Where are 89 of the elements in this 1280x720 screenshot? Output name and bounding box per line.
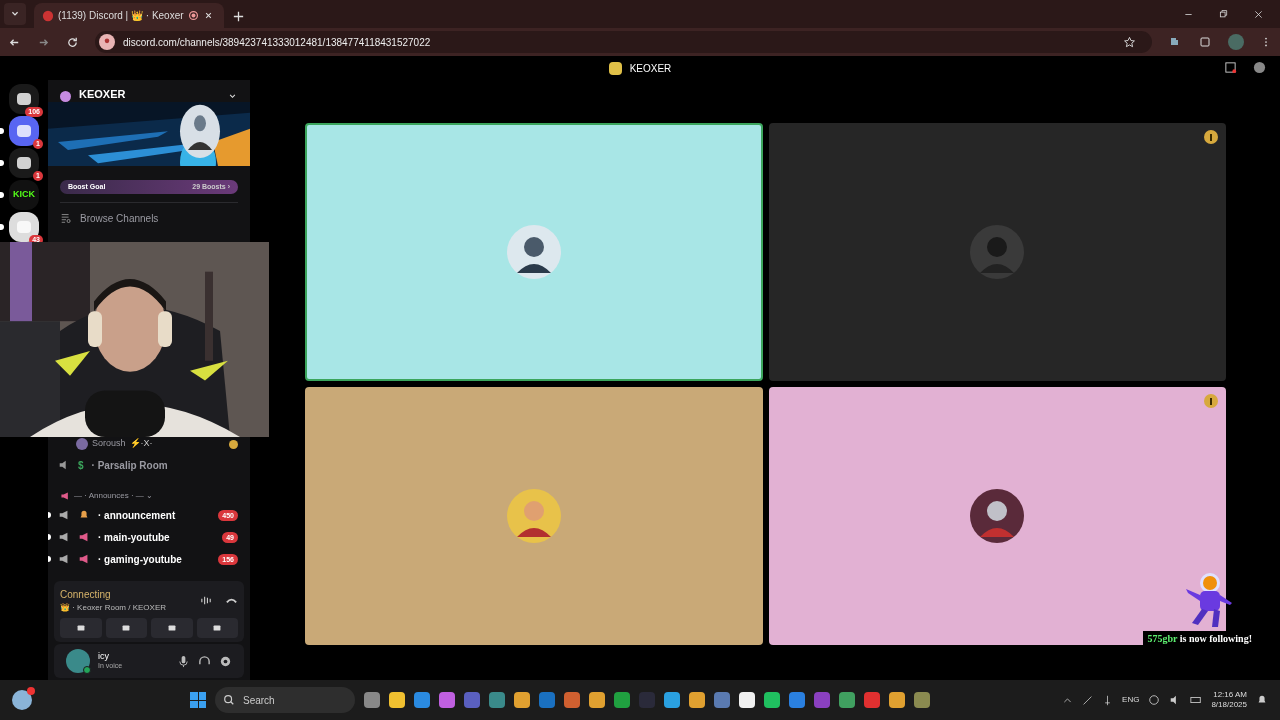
bell-icon <box>78 509 90 521</box>
server-name[interactable]: KEOXER <box>79 85 126 102</box>
category-header[interactable]: — · Announces · — ⌄ <box>48 488 250 504</box>
battery-icon[interactable] <box>1190 694 1203 706</box>
tab-list-button[interactable] <box>4 3 26 25</box>
username: icy <box>98 651 110 661</box>
member-tag: ⚡·X· <box>129 437 153 451</box>
server-icon <box>608 61 622 75</box>
voice-action-button[interactable] <box>105 618 147 638</box>
app-icon[interactable] <box>889 692 905 708</box>
announcement-icon <box>58 553 70 565</box>
microphone-icon[interactable] <box>177 654 190 668</box>
language-indicator[interactable]: ENG <box>1122 694 1140 706</box>
channel-name[interactable]: · gaming-youtube <box>98 551 182 567</box>
server-icon <box>60 91 71 102</box>
voice-action-button[interactable] <box>151 618 193 638</box>
notification-badge <box>27 687 35 695</box>
server-icon[interactable] <box>9 84 39 114</box>
app-icon[interactable] <box>414 692 430 708</box>
sound-wave-icon[interactable] <box>200 594 213 607</box>
restore-icon[interactable] <box>1218 9 1229 20</box>
megaphone-icon <box>78 553 90 565</box>
member-avatar <box>76 438 88 450</box>
megaphone-icon <box>78 531 90 543</box>
browser-tab[interactable]: (1139) Discord | 👑 · Keoxer <box>34 3 224 28</box>
voice-channel[interactable]: $ · Parsalip Room <box>48 452 250 478</box>
app-icon[interactable] <box>614 692 630 708</box>
voice-room-name[interactable]: 👑 · Keoxer Room / KEOXER <box>60 602 167 614</box>
start-button[interactable] <box>190 692 206 708</box>
channel-name[interactable]: · main-youtube <box>98 529 170 545</box>
avatar <box>970 489 1025 543</box>
notification-bell-icon[interactable] <box>1256 694 1268 706</box>
app-icon[interactable] <box>539 692 555 708</box>
app-icon[interactable] <box>689 692 705 708</box>
app-icon[interactable] <box>789 692 805 708</box>
server-icon[interactable] <box>9 148 39 178</box>
app-icon[interactable] <box>839 692 855 708</box>
app-icon[interactable] <box>589 692 605 708</box>
app-icon[interactable] <box>489 692 505 708</box>
call-title: KEOXER <box>629 61 672 76</box>
discord-tab-icon <box>42 9 54 22</box>
browse-channels[interactable]: Browse Channels <box>48 203 250 233</box>
app-icon[interactable] <box>564 692 580 708</box>
voice-action-button[interactable] <box>60 618 102 638</box>
site-info-icon[interactable] <box>99 34 115 50</box>
app-icon[interactable] <box>864 692 880 708</box>
avatar <box>506 225 561 279</box>
server-icon[interactable]: KICK <box>9 180 39 210</box>
search-icon <box>223 694 235 706</box>
app-icon[interactable] <box>914 692 930 708</box>
app-icon[interactable] <box>764 692 780 708</box>
address-bar[interactable]: discord.com/channels/389423741333012481/1384774118431527022 <box>95 31 1152 53</box>
settings-icon[interactable] <box>219 654 232 668</box>
weather-widget[interactable] <box>12 690 32 710</box>
channel-name[interactable]: · announcement <box>98 507 176 523</box>
profile-avatar[interactable] <box>1228 34 1244 50</box>
video-tile[interactable] <box>305 387 763 645</box>
app-icon[interactable] <box>664 692 680 708</box>
user-avatar[interactable] <box>66 649 90 673</box>
warning-icon <box>229 439 238 449</box>
server-icon[interactable] <box>9 212 39 242</box>
app-icon[interactable] <box>714 692 730 708</box>
app-icon[interactable] <box>439 692 455 708</box>
search-field[interactable]: Search <box>215 687 355 713</box>
app-icon[interactable] <box>364 692 380 708</box>
bookmark-star-icon[interactable] <box>1123 35 1136 49</box>
reload-icon[interactable] <box>66 35 79 49</box>
video-tile[interactable] <box>305 123 763 381</box>
server-icon[interactable] <box>9 116 39 146</box>
globe-icon[interactable] <box>1148 694 1161 706</box>
close-icon[interactable] <box>1253 9 1264 20</box>
recording-icon <box>187 10 199 21</box>
app-icon[interactable] <box>389 692 405 708</box>
voice-member-name[interactable]: Soroush <box>92 437 126 451</box>
app-icon[interactable] <box>514 692 530 708</box>
app-icon[interactable] <box>739 692 755 708</box>
popout-icon[interactable] <box>1224 61 1237 74</box>
video-tile[interactable] <box>768 123 1226 381</box>
clock[interactable]: 12:16 AM 8/18/2025 <box>1211 690 1247 710</box>
announcement-icon <box>58 509 70 521</box>
avatar <box>970 225 1025 279</box>
connection-status[interactable]: Connecting <box>60 587 167 602</box>
megaphone-icon <box>60 491 70 501</box>
avatar <box>506 489 561 543</box>
voice-action-button[interactable] <box>196 618 238 638</box>
app-icon[interactable] <box>464 692 480 708</box>
announcement-icon <box>58 531 70 543</box>
list-search-icon <box>60 212 72 224</box>
new-tab-icon[interactable] <box>232 10 245 23</box>
